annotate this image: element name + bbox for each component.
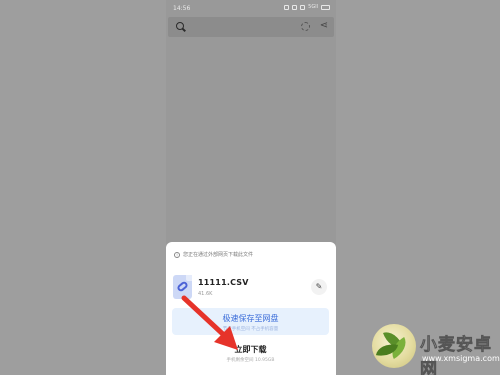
location-icon [284,4,290,10]
info-icon: ! [174,251,180,258]
refresh-icon[interactable] [301,22,310,31]
file-size: 41.6K [198,291,213,297]
download-sheet: ! 您正在通过外部网页下载此文件 11111.CSV 41.6K ✎ 极速保存至… [166,242,336,375]
download-now-sublabel: 手机剩余空间 10.95GB [226,358,275,363]
file-name: 11111.CSV [198,278,249,287]
notice-text: 您正在通过外部网页下载此文件 [183,252,254,258]
browser-search-bar[interactable]: ⋖ [168,17,334,37]
save-to-cloud-label: 极速保存至网盘 [222,314,279,323]
status-bar: 14:56 5Gll [166,0,336,16]
watermark-url: www.xmsigma.com [422,354,500,363]
share-icon[interactable]: ⋖ [320,20,328,31]
network-label: 5Gll [308,4,318,10]
save-to-cloud-sublabel: 节省手机空间 不占手机容量 [222,327,279,332]
save-to-cloud-button[interactable]: 极速保存至网盘 节省手机空间 不占手机容量 [172,308,329,335]
file-link-icon [173,275,192,299]
battery-icon [321,4,330,10]
download-now-button[interactable]: 立即下载 手机剩余空间 10.95GB [172,339,329,366]
watermark-logo-icon [372,324,416,368]
site-watermark: 小麦安卓网 www.xmsigma.com [370,322,500,375]
status-time: 14:56 [173,5,191,12]
wifi-icon [300,4,306,10]
nfc-icon [292,4,298,10]
watermark-title: 小麦安卓网 [420,335,492,375]
phone-screen: 14:56 5Gll ⋖ ! 您正在通过外部网页下载此文件 11111.CSV … [166,0,336,375]
file-row: 11111.CSV 41.6K ✎ [173,275,329,301]
download-notice: ! 您正在通过外部网页下载此文件 [174,251,253,258]
edit-icon[interactable]: ✎ [311,279,327,295]
download-now-label: 立即下载 [234,345,267,354]
status-icons: 5Gll [284,4,330,10]
search-icon[interactable] [176,22,184,30]
